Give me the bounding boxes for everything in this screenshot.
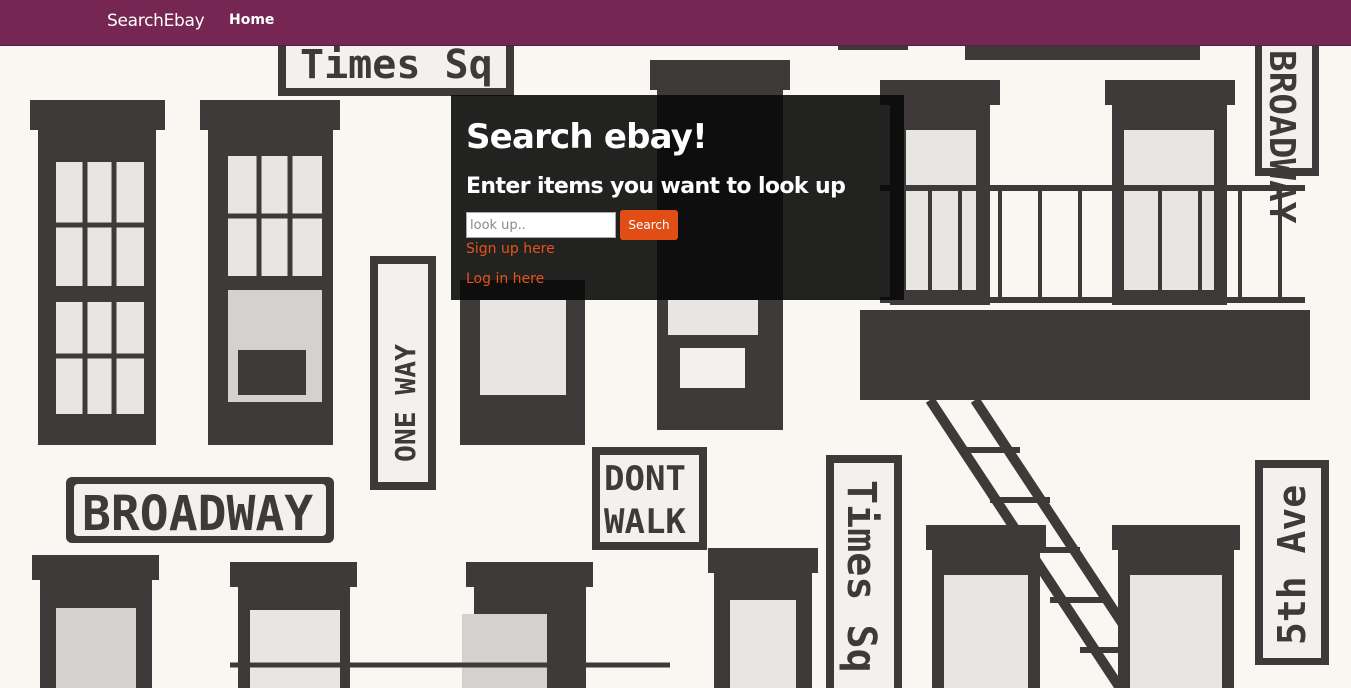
sign-broadway-right: BROADWAY <box>1261 50 1302 224</box>
sign-broadway-left: BROADWAY <box>82 486 313 542</box>
nav-home-link[interactable]: Home <box>229 12 274 28</box>
sign-walk: WALK <box>604 502 686 542</box>
sign-times-sq-vertical: Times Sq <box>838 480 884 673</box>
brand-link[interactable]: SearchEbay <box>107 11 205 31</box>
login-link[interactable]: Log in here <box>466 271 544 287</box>
sign-dont: DONT <box>604 459 686 499</box>
search-panel: Search ebay! Enter items you want to loo… <box>451 95 904 300</box>
sign-one-way: ONE WAY <box>389 344 422 462</box>
page-subtitle: Enter items you want to look up <box>466 174 846 199</box>
sign-times-sq-top: Times Sq <box>300 42 493 88</box>
search-input[interactable] <box>466 212 616 238</box>
page-title: Search ebay! <box>466 117 708 157</box>
top-navbar: SearchEbay Home <box>0 0 1351 46</box>
signup-link[interactable]: Sign up here <box>466 241 555 257</box>
search-button[interactable]: Search <box>620 210 678 240</box>
sign-5th-ave: 5th Ave <box>1270 485 1314 645</box>
